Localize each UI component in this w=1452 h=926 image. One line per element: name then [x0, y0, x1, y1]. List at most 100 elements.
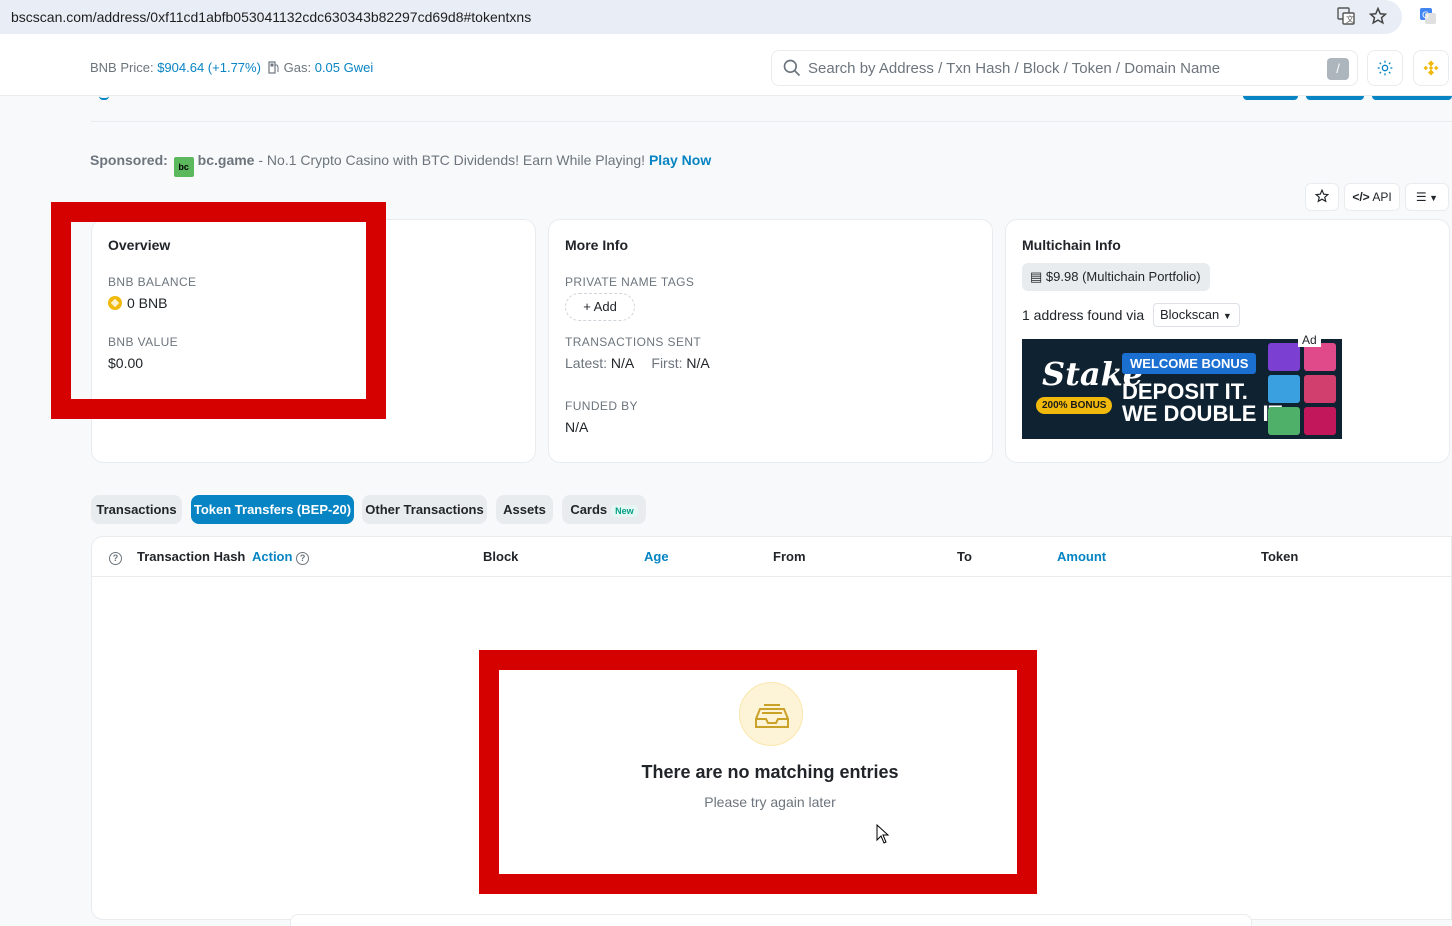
- first-label: First:: [651, 355, 683, 371]
- svg-text:G: G: [1422, 11, 1429, 21]
- annotation-box-empty-state: [479, 650, 1037, 894]
- ad-tile: [1304, 375, 1336, 403]
- gas-price: Gas: 0.05 Gwei: [268, 60, 373, 75]
- tab-transactions[interactable]: Transactions: [91, 495, 182, 524]
- ad-bonus-badge: 200% BONUS: [1036, 397, 1113, 414]
- bnb-logo-icon: [1423, 60, 1439, 76]
- more-options-dropdown[interactable]: ☰ ▼: [1405, 183, 1449, 211]
- bnb-price-label: BNB Price:: [90, 60, 154, 75]
- col-amount[interactable]: Amount: [1057, 549, 1106, 564]
- sponsored-label: Sponsored:: [90, 152, 168, 168]
- code-icon: </>: [1352, 190, 1370, 204]
- tab-token-transfers[interactable]: Token Transfers (BEP-20): [191, 495, 354, 524]
- col-action[interactable]: Action ?: [252, 549, 310, 565]
- col-block: Block: [483, 549, 519, 564]
- sun-icon: [1377, 60, 1393, 76]
- blockscan-select[interactable]: Blockscan ▼: [1153, 303, 1240, 327]
- more-info-title: More Info: [565, 237, 628, 253]
- tab-cards-label: Cards: [570, 502, 608, 517]
- ad-tile: [1304, 343, 1336, 371]
- col-transaction-hash: Transaction Hash: [137, 549, 246, 564]
- svg-text:文: 文: [1346, 14, 1354, 24]
- ad-tile: [1304, 407, 1336, 435]
- multichain-portfolio-button[interactable]: ▤ $9.98 (Multichain Portfolio): [1022, 263, 1210, 291]
- transactions-sent-label: TRANSACTIONS SENT: [565, 335, 702, 349]
- ad-headline: WELCOME BONUS: [1122, 353, 1257, 374]
- gas-label: Gas:: [283, 60, 312, 75]
- search-icon: [783, 59, 801, 77]
- first-value: N/A: [686, 355, 710, 371]
- bc-game-logo-icon[interactable]: bc: [173, 157, 194, 177]
- sponsored-banner: Sponsored: bc bc.game - No.1 Crypto Casin…: [90, 152, 711, 177]
- col-action-label: Action: [252, 549, 293, 564]
- search-input[interactable]: [808, 51, 1308, 85]
- bookmark-star-icon[interactable]: [1368, 6, 1388, 27]
- table-header: ? Transaction Hash Action ? Block Age Fr…: [92, 537, 1451, 577]
- ad-tag: Ad: [1298, 333, 1321, 347]
- translate-icon[interactable]: 文: [1336, 7, 1356, 27]
- theme-toggle-button[interactable]: [1367, 50, 1403, 86]
- bnb-price: BNB Price: $904.64 (+1.77%): [90, 60, 261, 75]
- divider: [91, 121, 1452, 122]
- address-icon-partial: [99, 96, 109, 100]
- stake-ad-banner[interactable]: Stake 200% BONUS WELCOME BONUS DEPOSIT I…: [1022, 339, 1342, 439]
- tab-assets[interactable]: Assets: [496, 495, 553, 524]
- api-button[interactable]: </> API: [1344, 183, 1400, 211]
- bnb-price-value[interactable]: $904.64 (+1.77%): [157, 60, 261, 75]
- google-translate-extension-icon[interactable]: G: [1418, 7, 1438, 27]
- ad-tile: [1268, 343, 1300, 371]
- ad-copy: DEPOSIT IT. WE DOUBLE IT.: [1122, 381, 1286, 425]
- chevron-down-icon: ▼: [1222, 311, 1232, 321]
- portfolio-value: $9.98 (Multichain Portfolio): [1045, 269, 1201, 284]
- latest-label: Latest:: [565, 355, 608, 371]
- site-header: BNB Price: $904.64 (+1.77%) Gas: 0.05 Gw…: [0, 34, 1452, 96]
- star-icon: [1314, 188, 1330, 203]
- sponsored-brand[interactable]: bc.game: [198, 152, 255, 168]
- bnb-network-button[interactable]: [1413, 50, 1449, 86]
- latest-value: N/A: [610, 355, 634, 371]
- col-from: From: [773, 549, 806, 564]
- sponsored-text: - No.1 Crypto Casino with BTC Dividends!…: [254, 152, 649, 168]
- col-to: To: [957, 549, 972, 564]
- funded-by-value: N/A: [565, 419, 589, 435]
- address-bar[interactable]: bscscan.com/address/0xf11cd1abfb05304113…: [0, 0, 1402, 34]
- new-badge: New: [611, 505, 638, 517]
- gas-pump-icon: [268, 60, 284, 75]
- col-token: Token: [1261, 549, 1299, 564]
- favorite-button[interactable]: [1305, 183, 1339, 211]
- address-found-text: 1 address found via: [1022, 307, 1145, 323]
- help-icon[interactable]: ?: [109, 549, 122, 565]
- wallet-icon: ▤: [1030, 269, 1043, 284]
- col-age[interactable]: Age: [644, 549, 669, 564]
- list-check-icon: ☰: [1415, 190, 1427, 204]
- gas-value[interactable]: 0.05 Gwei: [315, 60, 374, 75]
- browser-toolbar: bscscan.com/address/0xf11cd1abfb05304113…: [0, 0, 1452, 34]
- header-action-button[interactable]: [1372, 96, 1452, 100]
- add-name-tag-button[interactable]: + Add: [565, 293, 635, 321]
- tab-other-transactions[interactable]: Other Transactions: [362, 495, 487, 524]
- question-icon[interactable]: ?: [296, 552, 310, 565]
- multichain-card: Multichain Info ▤ $9.98 (Multichain Port…: [1005, 219, 1450, 463]
- annotation-box-overview: [51, 202, 386, 419]
- mouse-cursor-icon: [876, 823, 890, 847]
- ad-game-tiles: [1268, 343, 1340, 435]
- transactions-sent: Latest: N/A First: N/A: [565, 355, 710, 371]
- more-info-card: More Info PRIVATE NAME TAGS + Add TRANSA…: [548, 219, 993, 463]
- chevron-down-icon: ▼: [1426, 193, 1439, 203]
- search-shortcut-badge: /: [1327, 58, 1349, 80]
- funded-by-label: FUNDED BY: [565, 399, 638, 413]
- header-action-button[interactable]: [1306, 96, 1364, 100]
- play-now-link[interactable]: Play Now: [649, 152, 711, 168]
- ad-line-2: WE DOUBLE IT.: [1122, 401, 1286, 426]
- url-text[interactable]: bscscan.com/address/0xf11cd1abfb05304113…: [11, 9, 531, 25]
- bottom-panel-partial: [290, 914, 1252, 926]
- multichain-title: Multichain Info: [1022, 237, 1121, 253]
- ad-tile: [1268, 407, 1300, 435]
- ad-tile: [1268, 375, 1300, 403]
- private-name-tags-label: PRIVATE NAME TAGS: [565, 275, 695, 289]
- api-label: API: [1372, 190, 1392, 204]
- ad-line-1: DEPOSIT IT.: [1122, 379, 1248, 404]
- header-action-button[interactable]: [1243, 96, 1298, 100]
- tab-cards[interactable]: Cards New: [562, 495, 646, 524]
- search-box: /: [771, 50, 1358, 86]
